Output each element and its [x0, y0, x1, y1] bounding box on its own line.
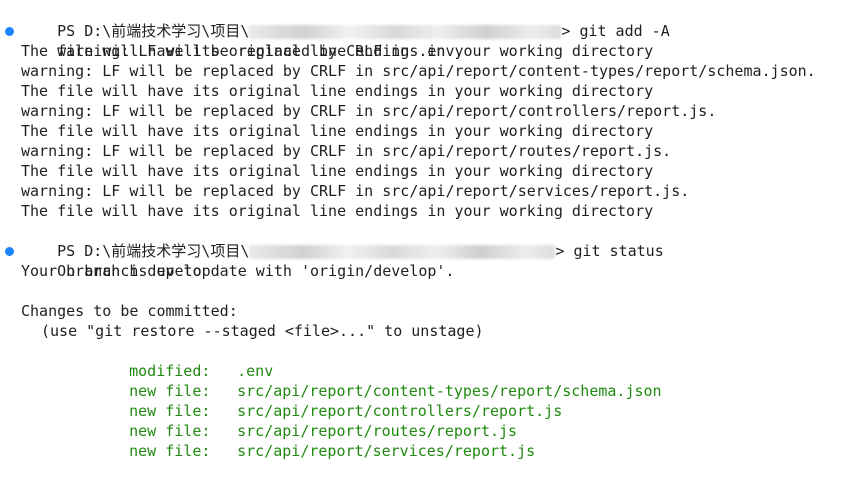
output-line: warning: LF will be replaced by CRLF in …: [0, 181, 856, 201]
output-line: warning: LF will be replaced by CRLF in …: [0, 101, 856, 121]
output-text: The file will have its original line end…: [21, 202, 654, 220]
prompt-line: PS D:\前端技术学习\项目\ > git add -A: [0, 1, 856, 40]
staged-kind: new file:: [129, 442, 211, 460]
staged-path: src/api/report/services/report.js: [237, 442, 536, 460]
terminal-output[interactable]: PS D:\前端技术学习\项目\ > git add -A warning: LF…: [0, 0, 856, 460]
output-text: warning: LF will be replaced by CRLF in …: [21, 62, 816, 80]
staged-file: modified: .env: [0, 341, 856, 380]
output-text: Your branch is up to date with 'origin/d…: [21, 262, 455, 280]
output-text: Changes to be committed:: [21, 302, 238, 320]
output-line: warning: LF will be replaced by CRLF in …: [0, 61, 856, 81]
prompt-line: PS D:\前端技术学习\项目\ > git status: [0, 221, 856, 260]
output-text: The file will have its original line end…: [21, 122, 654, 140]
output-text: warning: LF will be replaced by CRLF in …: [21, 142, 672, 160]
output-text: The file will have its original line end…: [21, 82, 654, 100]
status-branch-line: On branch develop: [0, 241, 856, 280]
output-text: The file will have its original line end…: [21, 162, 654, 180]
command-decoration-icon[interactable]: [5, 27, 14, 36]
staged-file: new file: src/api/report/controllers/repo…: [0, 381, 856, 420]
output-line: The file will have its original line end…: [0, 41, 856, 61]
changes-header: Changes to be committed:: [0, 301, 856, 321]
status-uptodate-line: Your branch is up to date with 'origin/d…: [0, 261, 856, 281]
output-line: The file will have its original line end…: [0, 81, 856, 101]
output-text: warning: LF will be replaced by CRLF in …: [21, 102, 717, 120]
output-line: The file will have its original line end…: [0, 201, 856, 221]
output-line: warning: LF will be replaced by CRLF in …: [0, 21, 856, 60]
staged-file: new file: src/api/report/routes/report.js: [0, 401, 856, 440]
output-line: warning: LF will be replaced by CRLF in …: [0, 141, 856, 161]
command-decoration-icon[interactable]: [5, 247, 14, 256]
restore-hint: (use "git restore --staged <file>..." to…: [0, 321, 856, 341]
output-line: The file will have its original line end…: [0, 121, 856, 141]
output-text: (use "git restore --staged <file>..." to…: [41, 322, 484, 340]
staged-file: new file: src/api/report/content-types/re…: [0, 361, 856, 400]
output-text: warning: LF will be replaced by CRLF in …: [21, 182, 690, 200]
staged-file: new file: src/api/report/services/report.…: [0, 421, 856, 460]
output-text: The file will have its original line end…: [21, 42, 654, 60]
output-line: The file will have its original line end…: [0, 161, 856, 181]
